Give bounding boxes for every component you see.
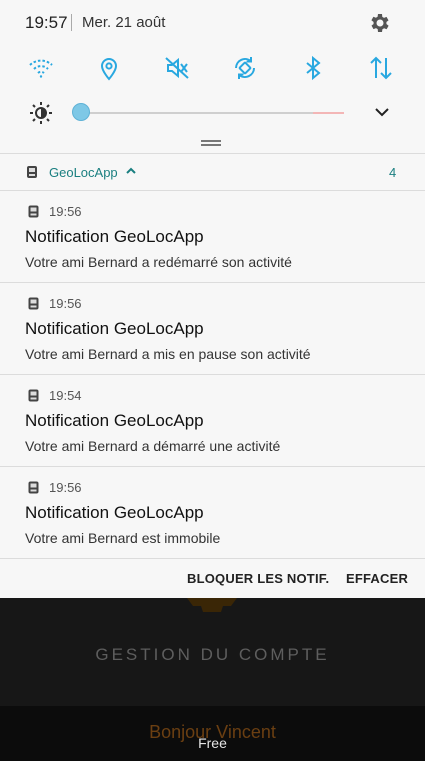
brightness-icon xyxy=(30,102,52,124)
notification-title: Notification GeoLocApp xyxy=(25,411,204,430)
chevron-up-icon[interactable] xyxy=(125,166,137,176)
bottom-bar: Bonjour Vincent Free xyxy=(0,706,425,761)
sound-toggle[interactable] xyxy=(157,48,197,88)
notification-text: Votre ami Bernard est immobile xyxy=(25,530,221,546)
app-icon xyxy=(28,389,39,402)
brightness-track-end xyxy=(313,112,344,114)
app-icon xyxy=(28,205,39,218)
brightness-row xyxy=(0,94,425,132)
sound-off-icon xyxy=(165,57,189,79)
app-group-header[interactable]: GeoLocApp 4 xyxy=(0,153,425,191)
block-notifications-button[interactable]: BLOQUER LES NOTIF. xyxy=(187,571,329,586)
notification-time: 19:56 xyxy=(49,204,82,219)
auto-rotate-icon xyxy=(235,57,255,79)
wifi-icon xyxy=(29,59,53,78)
app-logo xyxy=(187,598,237,612)
divider xyxy=(71,14,72,31)
mobile-data-icon xyxy=(370,56,392,80)
notification-time: 19:56 xyxy=(49,480,82,495)
notification-title: Notification GeoLocApp xyxy=(25,227,204,246)
notification-item[interactable]: 19:56 Notification GeoLocApp Votre ami Ber… xyxy=(0,283,425,375)
notification-time: 19:54 xyxy=(49,388,82,403)
notification-shade: 19:57 Mer. 21 août GeoLocApp 4 19:56 Not… xyxy=(0,0,425,598)
status-row: 19:57 Mer. 21 août xyxy=(0,0,425,46)
app-name: GeoLocApp xyxy=(49,165,118,180)
notification-item[interactable]: 19:56 Notification GeoLocApp Votre ami Ber… xyxy=(0,467,425,559)
app-icon xyxy=(27,166,37,178)
clock: 19:57 xyxy=(25,13,68,32)
app-icon xyxy=(28,481,39,494)
mobile-data-toggle[interactable] xyxy=(361,48,401,88)
clear-button[interactable]: EFFACER xyxy=(346,571,408,586)
drag-handle[interactable] xyxy=(201,140,221,146)
bluetooth-icon xyxy=(306,55,321,81)
wifi-toggle[interactable] xyxy=(21,48,61,88)
page-title: GESTION DU COMPTE xyxy=(95,645,330,664)
gear-icon[interactable] xyxy=(368,11,392,35)
location-icon xyxy=(100,58,118,81)
quick-settings xyxy=(0,48,425,88)
notification-text: Votre ami Bernard a redémarré son activi… xyxy=(25,254,292,270)
notification-actions: BLOQUER LES NOTIF. EFFACER xyxy=(0,560,425,598)
notification-item[interactable]: 19:56 Notification GeoLocApp Votre ami Ber… xyxy=(0,191,425,283)
location-toggle[interactable] xyxy=(89,48,129,88)
rotate-toggle[interactable] xyxy=(225,48,265,88)
chevron-down-icon[interactable] xyxy=(372,102,392,122)
background-app: GESTION DU COMPTE Bonjour Vincent Free xyxy=(0,598,425,761)
date: Mer. 21 août xyxy=(82,14,166,31)
notification-text: Votre ami Bernard a démarré une activité xyxy=(25,438,281,454)
notification-text: Votre ami Bernard a mis en pause son act… xyxy=(25,346,311,362)
notification-title: Notification GeoLocApp xyxy=(25,503,204,522)
app-icon xyxy=(28,297,39,310)
carrier-label: Free xyxy=(198,735,227,751)
brightness-slider-thumb[interactable] xyxy=(72,103,90,121)
notification-title: Notification GeoLocApp xyxy=(25,319,204,338)
bluetooth-toggle[interactable] xyxy=(293,48,333,88)
notification-time: 19:56 xyxy=(49,296,82,311)
notification-item[interactable]: 19:54 Notification GeoLocApp Votre ami Ber… xyxy=(0,375,425,467)
brightness-track[interactable] xyxy=(82,112,344,114)
notification-count: 4 xyxy=(389,165,397,180)
